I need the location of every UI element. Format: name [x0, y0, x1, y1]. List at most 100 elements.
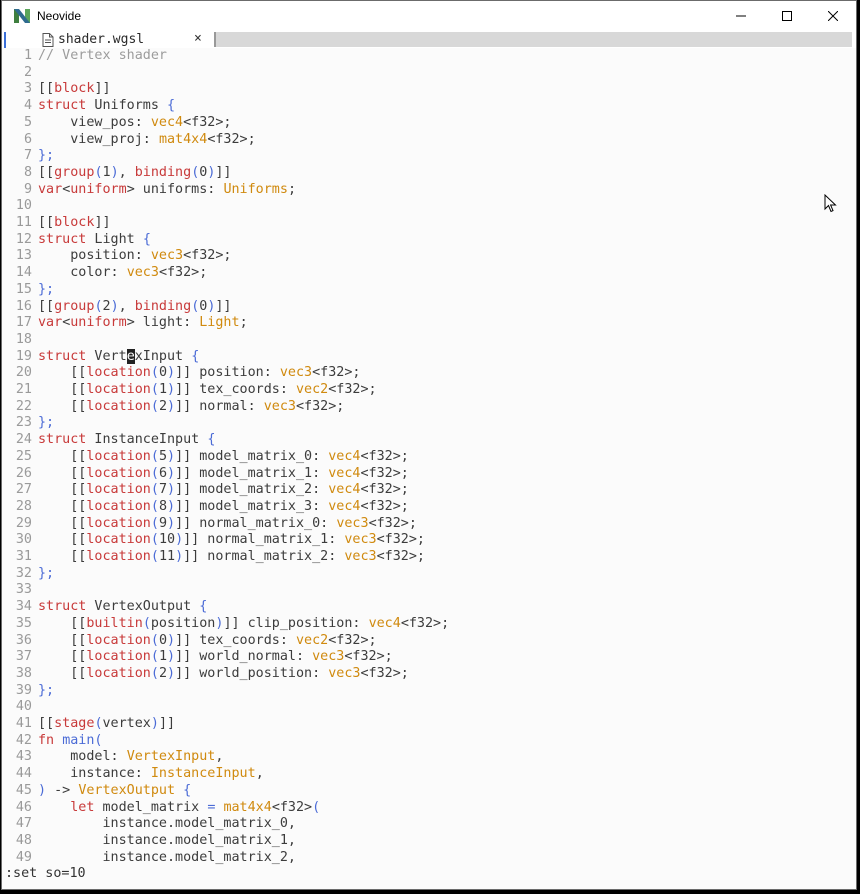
code-line: 36 [[location(0)]] tex_coords: vec2<f32>…	[2, 633, 377, 650]
code-token: vec3	[312, 649, 345, 665]
code-line: 42 fn main(	[2, 733, 103, 750]
code-token: model_matrix	[94, 799, 208, 815]
code-token: };	[38, 148, 55, 164]
code-token: };	[38, 281, 55, 297]
code-token: };	[38, 682, 55, 698]
code-token: instance.model_matrix_1,	[38, 832, 296, 848]
code-line: 9 var<uniform> uniforms: Uniforms;	[2, 182, 296, 199]
minimize-icon	[736, 15, 746, 17]
code-token: <f32>;	[360, 465, 409, 481]
line-content: [[group(1), binding(0)]]	[32, 165, 232, 180]
code-token: ]] normal:	[175, 398, 264, 414]
line-number: 3	[23, 81, 32, 97]
line-content: ) -> VertexOutput {	[32, 783, 191, 798]
code-token: <f32>;	[376, 532, 425, 548]
code-line: 32};	[2, 566, 54, 583]
code-token: <f32>;	[360, 482, 409, 498]
code-token: VertexOutput	[86, 599, 200, 615]
line-content: var<uniform> uniforms: Uniforms;	[32, 182, 296, 197]
line-number: 4	[23, 98, 32, 114]
close-window-button[interactable]	[810, 1, 856, 31]
code-token: location	[86, 398, 151, 414]
command-line[interactable]: :set so=10	[2, 865, 856, 885]
code-line: 14 color: vec3<f32>;	[2, 265, 207, 282]
text-cursor: e	[126, 348, 135, 364]
line-content: let model_matrix = mat4x4<f32>(	[32, 800, 320, 815]
tab-shader-wgsl[interactable]: shader.wgsl ×	[42, 31, 212, 48]
line-content: };	[32, 566, 54, 581]
line-content: [[location(8)]] model_matrix_3: vec4<f32…	[32, 499, 409, 514]
line-number: 6	[23, 131, 32, 147]
code-token: {	[183, 782, 192, 798]
code-token: )	[150, 716, 159, 731]
code-token: group	[54, 164, 95, 180]
code-token: [[	[38, 398, 87, 414]
code-token: location	[86, 665, 151, 681]
code-token: };	[38, 415, 55, 431]
neovide-window: Neovide shader.wgsl × 1// Vertex shader …	[1, 0, 857, 890]
code-token: <f32>;	[158, 265, 208, 281]
editor-buffer[interactable]: 1// Vertex shader 2 3 [[block]] 4 struct Unif…	[2, 48, 856, 868]
code-token: ->	[46, 782, 79, 798]
code-line: 26 [[location(6)]] model_matrix_1: vec4<…	[2, 466, 409, 483]
code-line: 41 [[stage(vertex)]]	[2, 716, 175, 733]
code-line: 28 [[location(8)]] model_matrix_3: vec4<…	[2, 499, 409, 516]
code-token: 1	[102, 164, 111, 180]
line-content	[32, 65, 38, 80]
code-token: ]] world_position:	[175, 665, 329, 681]
code-token: ,	[255, 766, 264, 782]
line-content: struct InstanceInput {	[32, 432, 215, 447]
line-content: instance.model_matrix_1,	[32, 833, 296, 848]
code-token: binding	[134, 164, 192, 180]
line-number: 36	[15, 632, 32, 648]
code-token: position	[150, 615, 216, 631]
line-content: [[builtin(position)]] clip_position: vec…	[32, 616, 449, 631]
code-token: [[	[38, 665, 87, 681]
line-content: [[block]]	[32, 81, 111, 96]
line-number: 30	[15, 532, 32, 548]
code-token: instance:	[38, 766, 151, 782]
maximize-icon	[782, 11, 792, 21]
code-token: <f32>;	[344, 649, 393, 665]
line-content: [[location(9)]] normal_matrix_0: vec3<f3…	[32, 516, 417, 531]
line-number: 47	[15, 816, 32, 832]
code-token: 2	[158, 665, 167, 681]
code-token: struct	[38, 231, 87, 247]
title-bar[interactable]: Neovide	[2, 1, 856, 31]
code-token: <f32>;	[296, 398, 345, 414]
code-token: vec3	[150, 248, 184, 264]
code-token: var	[38, 315, 63, 331]
code-line: 10	[2, 198, 38, 215]
code-token: Vert	[86, 348, 127, 364]
line-number: 33	[15, 582, 32, 598]
code-token: Light	[86, 231, 143, 247]
code-token: model:	[38, 749, 127, 765]
code-token: fn	[38, 732, 55, 748]
code-token: [[	[38, 615, 87, 631]
code-line: 39};	[2, 683, 54, 700]
code-token: <f32>;	[376, 549, 425, 564]
code-token: ,	[215, 749, 224, 765]
code-token: (	[94, 716, 103, 731]
code-token: )	[175, 532, 184, 548]
code-token: struct	[38, 98, 87, 114]
minimize-button[interactable]	[718, 1, 764, 31]
code-token: Uniforms	[86, 98, 167, 114]
code-line: 3 [[block]]	[2, 81, 111, 98]
code-token: position:	[38, 248, 151, 264]
code-token: {	[199, 599, 208, 615]
line-number: 20	[15, 365, 32, 381]
mouse-cursor-icon	[824, 194, 837, 213]
code-line: 44 instance: InstanceInput,	[2, 766, 264, 783]
code-token: <f32>;	[207, 131, 256, 147]
maximize-button[interactable]	[764, 1, 810, 31]
code-token: vec4	[328, 448, 361, 464]
file-icon	[42, 32, 54, 47]
code-token: ]] model_matrix_0:	[175, 448, 329, 464]
code-line: 45) -> VertexOutput {	[2, 783, 191, 800]
code-token: (	[150, 465, 159, 481]
line-content: instance: InstanceInput,	[32, 766, 264, 781]
tab-close-button[interactable]: ×	[194, 31, 202, 46]
line-content: struct VertexInput {	[32, 348, 199, 364]
